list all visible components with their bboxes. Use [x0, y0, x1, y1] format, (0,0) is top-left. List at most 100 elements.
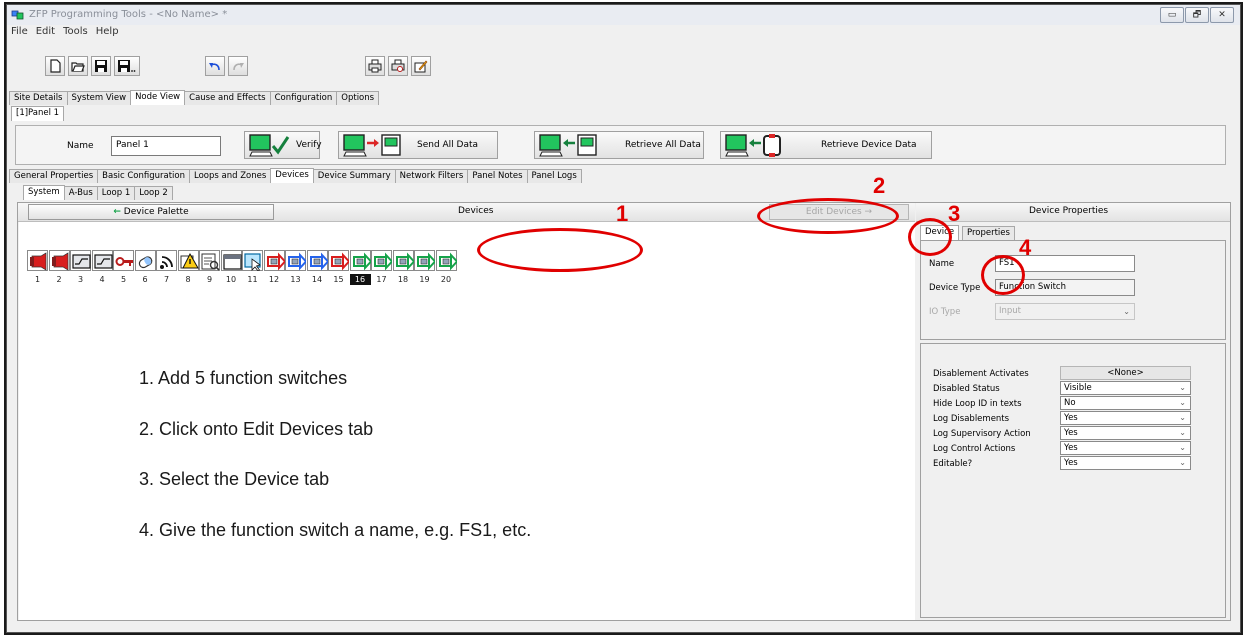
annotation-ring-3	[908, 218, 952, 256]
minimize-button[interactable]: ▭	[1160, 7, 1184, 23]
instruction-3: 3. Select the Device tab	[139, 469, 330, 489]
tab-system[interactable]: System	[23, 185, 65, 200]
tab-cause-and-effects[interactable]: Cause and Effects	[184, 91, 271, 105]
restore-button[interactable]: 🗗	[1185, 7, 1209, 23]
device-key-icon[interactable]	[113, 250, 134, 271]
panel-name-label: Name	[67, 141, 94, 151]
print-preview-button[interactable]	[388, 56, 408, 76]
device-switch-blue-icon[interactable]	[285, 250, 306, 271]
chevron-down-icon: ⌄	[1179, 443, 1186, 452]
device-number-label: 3	[77, 275, 84, 284]
switch-blue-icon	[309, 252, 328, 271]
tab-basic-configuration[interactable]: Basic Configuration	[97, 169, 191, 183]
tab-panel-1[interactable]: [1]Panel 1	[11, 106, 65, 121]
tab-configuration[interactable]: Configuration	[269, 91, 338, 105]
annotation-ring-2	[757, 198, 899, 234]
device-number-label: 11	[247, 275, 258, 284]
property-select[interactable]: Yes ⌄	[1060, 441, 1191, 455]
verify-button[interactable]: Verify	[244, 131, 322, 159]
device-palette-button[interactable]: ← Device Palette	[28, 204, 274, 220]
device-report-icon[interactable]	[199, 250, 220, 271]
device-input-icon[interactable]	[134, 250, 156, 271]
property-select[interactable]: Yes ⌄	[1060, 426, 1191, 440]
device-sounder-icon[interactable]	[27, 250, 48, 271]
new-button[interactable]	[45, 56, 65, 76]
device-switch-green-icon[interactable]	[349, 250, 371, 271]
device-options-group: Disablement Activates <None> Disabled Stat…	[920, 343, 1226, 618]
tab-network-filters[interactable]: Network Filters	[394, 169, 469, 183]
tab-site-details[interactable]: Site Details	[9, 91, 68, 105]
device-warning-icon[interactable]	[177, 250, 199, 271]
property-select[interactable]: <None>	[1060, 366, 1191, 380]
loop-tab-strip: System A-Bus Loop 1 Loop 2	[23, 185, 173, 200]
device-switch-green-icon[interactable]	[392, 250, 414, 271]
tab-a-bus[interactable]: A-Bus	[63, 186, 98, 200]
redo-button[interactable]	[228, 56, 248, 76]
panel-name-input[interactable]: Panel 1	[111, 136, 221, 156]
property-select[interactable]: No ⌄	[1060, 396, 1191, 410]
device-wireless-icon[interactable]	[156, 250, 177, 271]
close-button[interactable]: ✕	[1210, 7, 1234, 23]
sounder-icon	[30, 252, 47, 271]
print-icon	[368, 59, 382, 73]
report-icon	[201, 253, 220, 271]
menu-help[interactable]: Help	[92, 25, 123, 38]
chevron-down-icon: ⌄	[1179, 413, 1186, 422]
tab-panel-logs[interactable]: Panel Logs	[526, 169, 582, 183]
window-title: ZFP Programming Tools - <No Name> *	[29, 9, 228, 20]
retrieve-all-data-button[interactable]: Retrieve All Data	[534, 131, 704, 159]
tab-device-summary[interactable]: Device Summary	[312, 169, 396, 183]
instruction-1: 1. Add 5 function switches	[139, 368, 348, 388]
property-select[interactable]: Visible ⌄	[1060, 381, 1191, 395]
save-as-button[interactable]	[114, 56, 140, 76]
switch-green-icon	[438, 252, 457, 271]
device-pointer-icon[interactable]	[242, 250, 263, 271]
tab-properties[interactable]: Properties	[962, 226, 1015, 240]
device-relay-icon[interactable]	[91, 250, 113, 271]
device-sounder-icon[interactable]	[48, 250, 70, 271]
tab-general-properties[interactable]: General Properties	[9, 169, 99, 183]
save-button[interactable]	[91, 56, 111, 76]
tab-loops-and-zones[interactable]: Loops and Zones	[189, 169, 272, 183]
redo-icon	[233, 63, 244, 71]
pointer-icon	[244, 253, 261, 271]
device-switch-blue-icon[interactable]	[306, 250, 328, 271]
tab-panel-notes[interactable]: Panel Notes	[467, 169, 528, 183]
device-number-label: 14	[311, 275, 323, 284]
device-relay-icon[interactable]	[70, 250, 91, 271]
tab-options[interactable]: Options	[336, 91, 380, 105]
tab-loop-2[interactable]: Loop 2	[134, 186, 173, 200]
menu-file[interactable]: File	[7, 25, 32, 38]
menu-edit[interactable]: Edit	[32, 25, 59, 38]
retrieve-device-data-button[interactable]: Retrieve Device Data	[720, 131, 932, 159]
menu-tools[interactable]: Tools	[59, 25, 92, 38]
device-switch-red-icon[interactable]	[263, 250, 285, 271]
device-number-label: 12	[268, 275, 280, 284]
device-name-label: Name	[929, 259, 955, 269]
chevron-down-icon: ⌄	[1123, 307, 1130, 316]
print-button[interactable]	[365, 56, 385, 76]
undo-button[interactable]	[205, 56, 225, 76]
sounder-icon	[51, 252, 68, 271]
send-all-data-button[interactable]: Send All Data	[338, 131, 498, 159]
device-type-label: Device Type	[929, 283, 981, 293]
tab-node-view[interactable]: Node View	[130, 90, 186, 105]
send-data-icon	[343, 134, 401, 157]
property-select[interactable]: Yes ⌄	[1060, 456, 1191, 470]
device-canvas[interactable]: 1 2 3 4 5 6 7 8 9 10 11 12 13 14 15 16 17 18 19 20 1. Add 5…	[19, 222, 915, 620]
device-display-icon[interactable]	[220, 250, 242, 271]
property-label: Hide Loop ID in texts	[933, 399, 1022, 409]
property-select[interactable]: Yes ⌄	[1060, 411, 1191, 425]
open-button[interactable]	[68, 56, 88, 76]
edit-document-button[interactable]	[411, 56, 431, 76]
app-icon	[11, 10, 24, 20]
device-switch-red-icon[interactable]	[328, 250, 349, 271]
device-switch-green-icon[interactable]	[414, 250, 435, 271]
annotation-2: 2	[873, 173, 886, 198]
tab-system-view[interactable]: System View	[66, 91, 132, 105]
tab-devices[interactable]: Devices	[270, 168, 314, 183]
device-number-label: 9	[206, 275, 213, 284]
device-switch-green-icon[interactable]	[435, 250, 457, 271]
device-switch-green-icon[interactable]	[371, 250, 392, 271]
tab-loop-1[interactable]: Loop 1	[96, 186, 136, 200]
